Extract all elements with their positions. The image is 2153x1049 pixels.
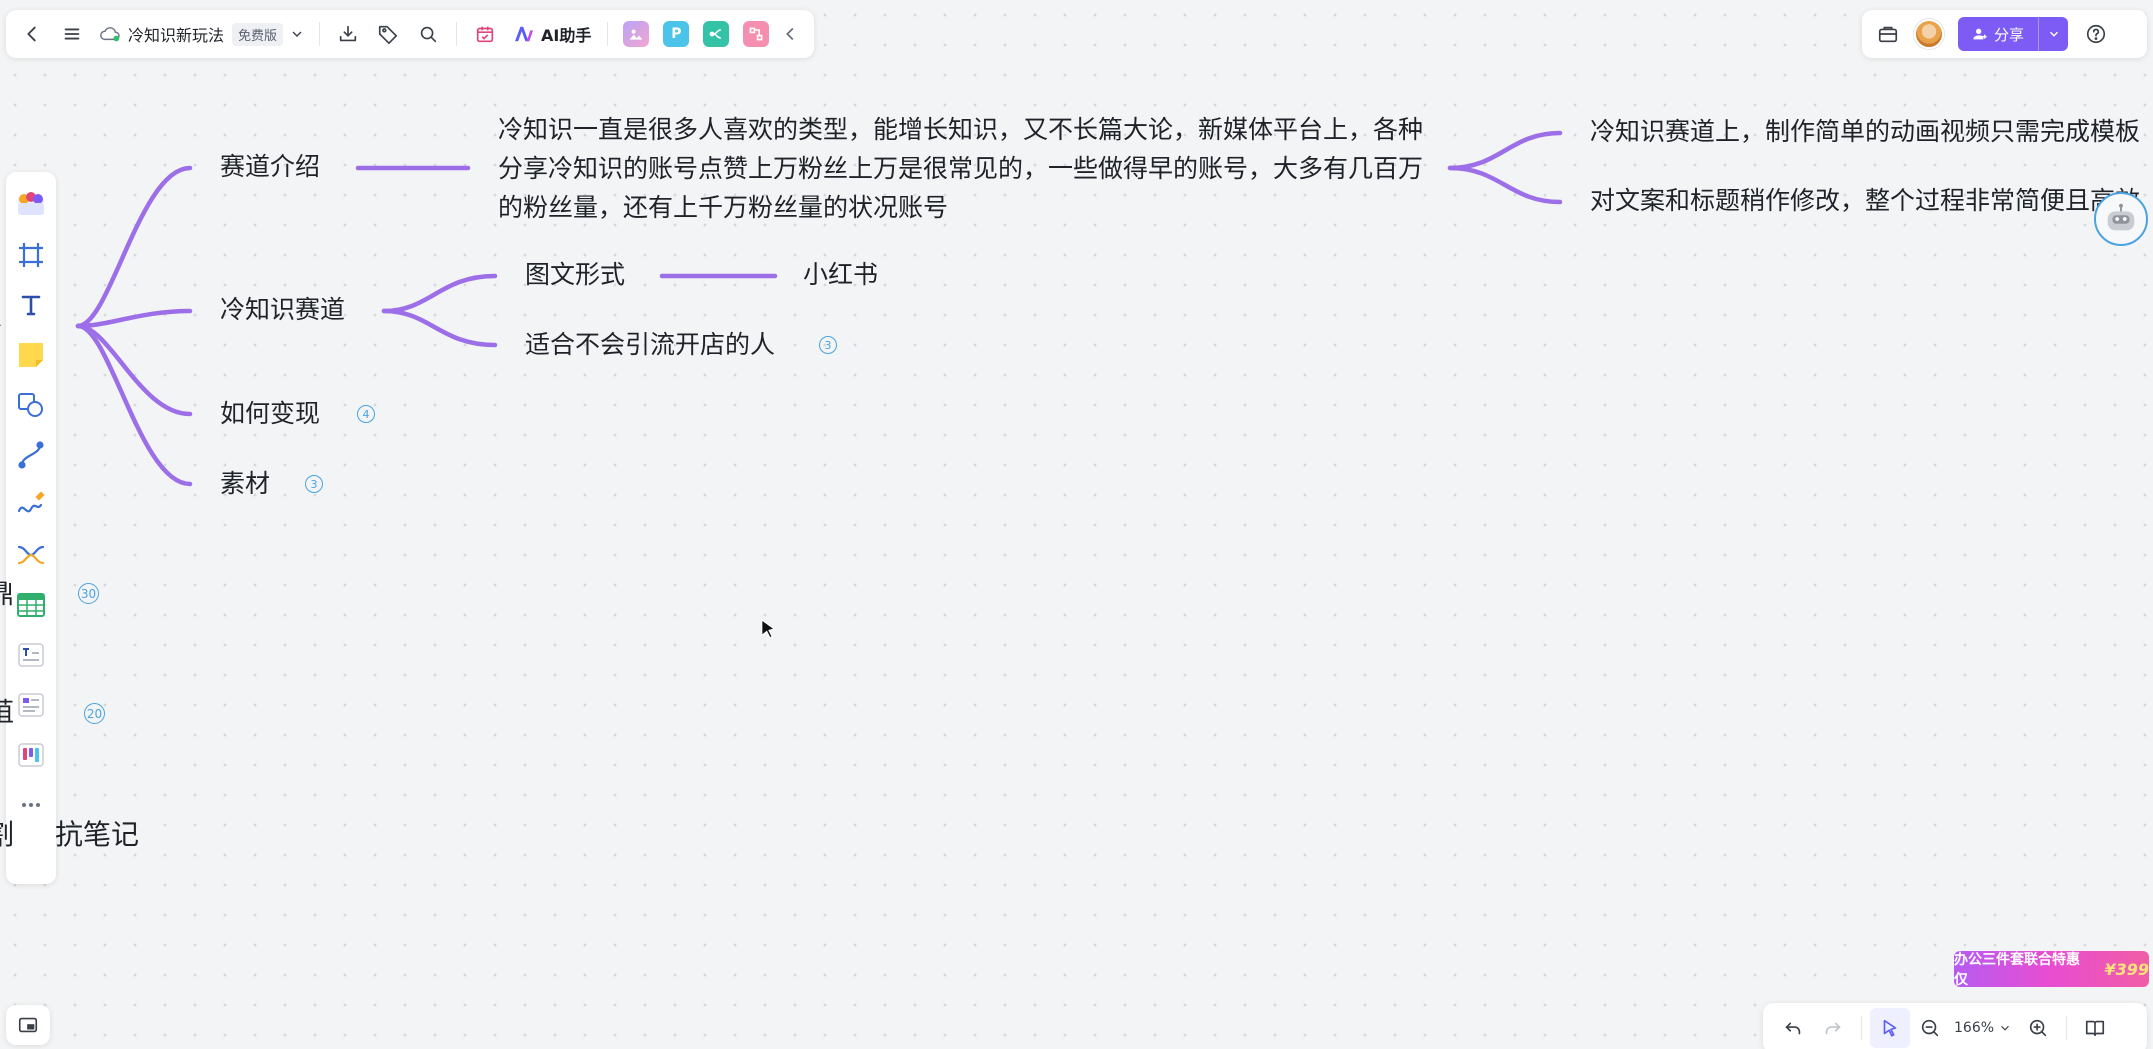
partial-text-prefix: 割 — [0, 818, 15, 851]
chevron-down-icon[interactable] — [1998, 1021, 2012, 1035]
collapsed-count-badge[interactable]: 4 — [357, 405, 375, 423]
connector-root-material — [75, 323, 193, 487]
partial-text-c: 菹 — [0, 698, 15, 728]
minimap-icon — [17, 1014, 39, 1036]
branch-material[interactable]: 素材 — [220, 469, 270, 499]
intro-paragraph-node[interactable]: 冷知识一直是很多人喜欢的类型，能增长知识，又不长篇大论，新媒体平台上，各种分享冷… — [498, 110, 1428, 227]
book-icon[interactable] — [2075, 1008, 2115, 1048]
connector-paragraph-child-1 — [1447, 130, 1563, 171]
collapsed-count-badge[interactable]: 30 — [78, 583, 99, 604]
track-child-format[interactable]: 图文形式 — [525, 260, 625, 290]
branch-track[interactable]: 冷知识赛道 — [220, 295, 345, 325]
intro-child-2[interactable]: 对文案和标题稍作修改，整个过程非常简便且高效 — [1590, 186, 2140, 216]
branch-monetize[interactable]: 如何变现 — [220, 399, 320, 429]
connector-paragraph-child-2 — [1447, 165, 1563, 205]
select-pointer-icon[interactable] — [1870, 1008, 1910, 1048]
intro-child-1[interactable]: 冷知识赛道上，制作简单的动画视频只需完成模板 — [1590, 117, 2140, 147]
promo-price: ¥399 — [2104, 959, 2149, 979]
undo-icon[interactable] — [1773, 1008, 1813, 1048]
connector-root-intro — [75, 165, 193, 329]
minimap-toggle[interactable] — [6, 1005, 50, 1045]
partial-text-a: 、 — [0, 306, 14, 330]
partial-text-notes: 抗笔记 — [55, 818, 140, 851]
assistant-bubble[interactable] — [2094, 192, 2148, 246]
partial-text-b: 鼎 — [0, 580, 15, 610]
promo-banner[interactable]: 办公三件套联合特惠 仅 ¥399 — [1954, 951, 2149, 988]
zoom-bar: 166% — [1763, 1003, 2147, 1049]
collapsed-count-badge[interactable]: 20 — [84, 703, 105, 724]
zoom-divider — [1861, 1016, 1862, 1040]
collapsed-count-badge[interactable]: 3 — [819, 336, 837, 354]
connector-track-audience — [381, 308, 498, 348]
zoom-divider — [2066, 1016, 2068, 1040]
zoom-level[interactable]: 166% — [1954, 1020, 1994, 1036]
collapsed-count-badge[interactable]: 3 — [305, 475, 323, 493]
zoom-in-icon[interactable] — [2018, 1008, 2058, 1048]
redo-icon[interactable] — [1813, 1008, 1853, 1048]
zoom-out-icon[interactable] — [1910, 1008, 1950, 1048]
format-child-xhs[interactable]: 小红书 — [803, 260, 878, 290]
branch-intro[interactable]: 赛道介绍 — [220, 152, 320, 182]
mouse-cursor — [760, 618, 778, 644]
promo-text: 办公三件套联合特惠 仅 — [1954, 952, 2080, 988]
robot-icon — [2102, 200, 2140, 238]
track-child-audience[interactable]: 适合不会引流开店的人 — [525, 330, 775, 360]
connector-track-format — [381, 273, 498, 314]
